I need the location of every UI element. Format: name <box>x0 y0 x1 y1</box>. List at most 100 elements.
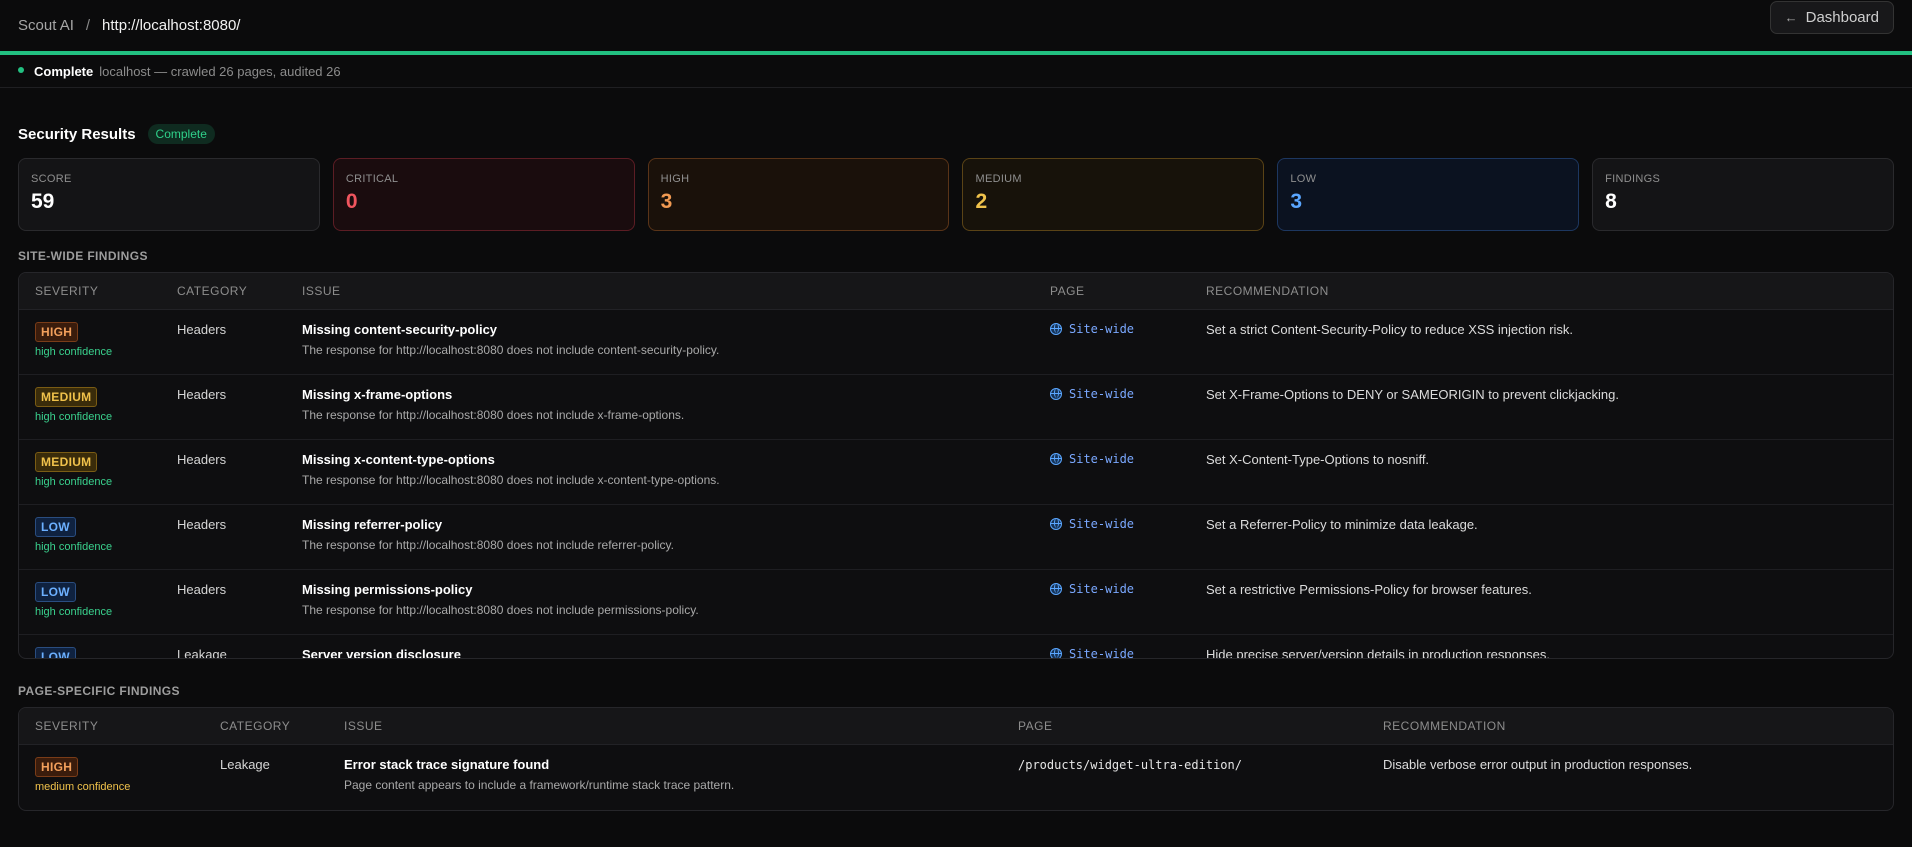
table-row[interactable]: MEDIUM high confidence Headers Missing x-co… <box>19 440 1893 505</box>
column-header-category: CATEGORY <box>177 284 248 298</box>
category-cell: Headers <box>177 517 302 569</box>
issue-description: The response for http://localhost:8080 d… <box>302 343 720 357</box>
site-wide-table: SEVERITY CATEGORY ISSUE PAGE RECOMMENDATION … <box>18 272 1894 659</box>
confidence-label: high confidence <box>35 346 113 358</box>
summary-card-low: LOW 3 <box>1277 158 1580 231</box>
table-row[interactable]: LOW high confidence Headers Missing referre… <box>19 505 1893 570</box>
page-link-label: Site-wide <box>1069 582 1135 596</box>
column-header-severity: SEVERITY <box>35 719 99 733</box>
page-link[interactable]: Site-wide <box>1050 322 1206 336</box>
issue-title: Server version disclosure <box>302 647 461 658</box>
severity-cell: MEDIUM high confidence <box>19 452 177 504</box>
table-row[interactable]: HIGH medium confidence Leakage Error stack … <box>19 745 1893 810</box>
category-text: Leakage <box>177 647 227 658</box>
page-link[interactable]: Site-wide <box>1050 647 1206 658</box>
breadcrumb-url: http://localhost:8080/ <box>102 17 241 34</box>
severity-badge: LOW <box>35 647 76 658</box>
issue-cell: Missing permissions-policy The response f… <box>302 582 1050 634</box>
recommendation-cell: Set X-Frame-Options to DENY or SAMEORIGI… <box>1206 387 1893 439</box>
summary-card-value: 3 <box>1290 190 1302 213</box>
page-link-label: Site-wide <box>1069 452 1135 466</box>
category-cell: Leakage <box>220 757 344 810</box>
table-row[interactable]: LOWhigh confidenceLeakage Server version … <box>19 635 1893 658</box>
category-text: Headers <box>177 517 227 532</box>
summary-card-label: MEDIUM <box>975 173 1022 185</box>
summary-card-critical: CRITICAL 0 <box>332 158 635 231</box>
page-link[interactable]: Site-wide <box>1050 452 1206 466</box>
table-row[interactable]: LOW high confidence Headers Missing permiss… <box>19 570 1893 635</box>
column-header-issue: ISSUE <box>302 284 341 298</box>
page-cell: Site-wide <box>1050 322 1206 374</box>
severity-badge: LOW <box>35 582 76 602</box>
summary-card-value: 0 <box>345 190 358 213</box>
page-cell: Site-wide <box>1050 517 1206 569</box>
page-specific-table: SEVERITY CATEGORY ISSUE PAGE RECOMMENDATION … <box>18 707 1894 811</box>
globe-icon <box>1050 583 1062 595</box>
status-bar: Complete localhost — crawled 26 pages, a… <box>0 55 1912 88</box>
category-cell: Headers <box>177 452 302 504</box>
summary-card-label: LOW <box>1290 173 1317 185</box>
recommendation-cell: Set a restrictive Permissions-Policy for… <box>1206 582 1893 634</box>
summary-card-label: FINDINGS <box>1605 173 1661 185</box>
summary-card-label: CRITICAL <box>345 173 399 185</box>
summary-card-medium: MEDIUM 2 <box>962 158 1265 231</box>
category-text: Headers <box>177 322 227 337</box>
issue-description: The response for http://localhost:8080 d… <box>302 603 699 617</box>
recommendation-cell: Hide precise server/version details in p… <box>1206 647 1893 658</box>
recommendation-text: Disable verbose error output in producti… <box>1383 757 1693 772</box>
column-header-severity: SEVERITY <box>35 284 99 298</box>
severity-badge: LOW <box>35 517 76 537</box>
recommendation-text: Set a strict Content-Security-Policy to … <box>1206 322 1574 337</box>
column-header-page: PAGE <box>1050 284 1085 298</box>
issue-cell: Server version disclosure <box>302 647 1050 658</box>
recommendation-text: Set X-Content-Type-Options to nosniff. <box>1206 452 1430 467</box>
category-text: Headers <box>177 582 227 597</box>
breadcrumb-app[interactable]: Scout AI <box>18 17 74 34</box>
dashboard-button[interactable]: ← Dashboard <box>1769 1 1894 34</box>
recommendation-cell: Set X-Content-Type-Options to nosniff. <box>1206 452 1893 504</box>
page-specific-table-body: HIGH medium confidence Leakage Error stack … <box>19 745 1893 810</box>
summary-card-value: 8 <box>1605 190 1617 213</box>
page-title: Security Results <box>18 125 136 143</box>
confidence-label: high confidence <box>35 541 113 553</box>
issue-description: The response for http://localhost:8080 d… <box>302 473 720 487</box>
summary-card-findings: FINDINGS 8 <box>1592 158 1894 231</box>
column-header-recommendation: RECOMMENDATION <box>1206 284 1329 298</box>
status-dot-icon <box>18 67 24 73</box>
summary-card-value: 59 <box>31 190 55 213</box>
severity-badge: MEDIUM <box>35 452 98 472</box>
globe-icon <box>1050 518 1062 530</box>
category-text: Leakage <box>220 757 270 772</box>
page-path[interactable]: /products/widget-ultra-edition/ <box>1018 758 1242 772</box>
summary-cards: SCORE 59 CRITICAL 0 HIGH 3 MEDIUM 2 LOW 3 FINDINGS… <box>18 158 1894 231</box>
issue-description: The response for http://localhost:8080 d… <box>302 408 685 422</box>
site-wide-table-body[interactable]: HIGH high confidence Headers Missing conten… <box>19 310 1893 658</box>
issue-description: Page content appears to include a framew… <box>344 778 735 792</box>
globe-icon <box>1050 453 1062 465</box>
table-row[interactable]: HIGH high confidence Headers Missing conten… <box>19 310 1893 375</box>
issue-title: Missing x-frame-options <box>302 387 453 402</box>
top-bar: Scout AI / http://localhost:8080/ ← Dash… <box>0 0 1912 51</box>
severity-cell: MEDIUM high confidence <box>19 387 177 439</box>
confidence-label: high confidence <box>35 411 113 423</box>
severity-cell: HIGH high confidence <box>19 322 177 374</box>
page-link[interactable]: Site-wide <box>1050 582 1206 596</box>
globe-icon <box>1050 648 1062 658</box>
summary-card-label: HIGH <box>660 173 690 185</box>
site-wide-label: SITE-WIDE FINDINGS <box>18 249 148 263</box>
recommendation-cell: Set a Referrer-Policy to minimize data l… <box>1206 517 1893 569</box>
column-header-issue: ISSUE <box>344 719 383 733</box>
summary-card-value: 2 <box>975 190 988 213</box>
issue-cell: Missing content-security-policy The respo… <box>302 322 1050 374</box>
recommendation-text: Set a restrictive Permissions-Policy for… <box>1206 582 1532 597</box>
table-row[interactable]: MEDIUM high confidence Headers Missing x-fr… <box>19 375 1893 440</box>
summary-card-high: HIGH 3 <box>647 158 950 231</box>
summary-card-label: SCORE <box>31 173 72 185</box>
page-specific-label: PAGE-SPECIFIC FINDINGS <box>18 684 180 698</box>
page-cell: Site-wide <box>1050 582 1206 634</box>
site-wide-table-header: SEVERITY CATEGORY ISSUE PAGE RECOMMENDATION <box>19 273 1893 310</box>
recommendation-cell: Disable verbose error output in producti… <box>1383 757 1893 810</box>
page-link[interactable]: Site-wide <box>1050 517 1206 531</box>
page-link[interactable]: Site-wide <box>1050 387 1206 401</box>
recommendation-cell: Set a strict Content-Security-Policy to … <box>1206 322 1893 374</box>
